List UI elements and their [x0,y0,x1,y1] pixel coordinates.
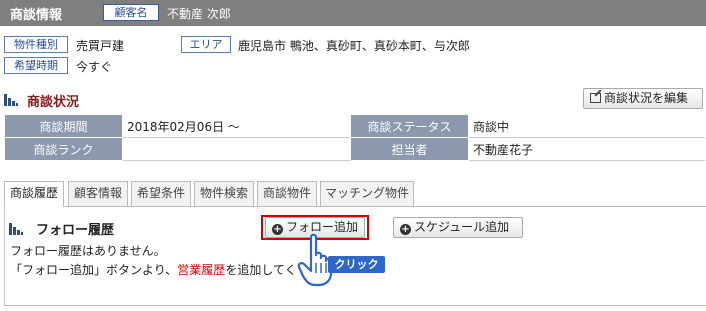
section-grid-icon [4,94,18,106]
area-value: 鹿児島市 鴨池、真砂町、真砂本町、与次郎 [238,39,470,53]
add-schedule-label: スケジュール追加 [414,220,510,234]
tab-customer-info[interactable]: 顧客情報 [68,181,128,206]
table-row: 商談ランク 担当者 不動産花子 [4,137,705,161]
tab-matching-properties[interactable]: マッチング物件 [320,181,414,206]
page-title: 商談情報 [10,8,63,23]
status-label: 商談ステータス [350,114,469,138]
follow-section-title: フォロー履歴 [36,223,115,238]
plus-icon: + [400,224,411,235]
edit-status-label: 商談状況を編集 [604,91,689,105]
property-type-tag: 物件種別 [4,36,68,53]
hint-suffix: を追加してく [225,263,297,277]
plus-icon: + [272,224,283,235]
panel-border [4,206,5,306]
rank-value [122,137,351,161]
table-row: 商談期間 2018年02月06日 ～ 商談ステータス 商談中 [4,114,705,138]
edit-status-button[interactable]: 商談状況を編集 [583,88,703,109]
period-label: 商談期間 [4,114,123,138]
timing-tag: 希望時期 [4,57,68,74]
timing-value: 今すぐ [76,60,113,74]
tab-deal-properties[interactable]: 商談物件 [257,181,317,206]
tab-property-search[interactable]: 物件検索 [194,181,254,206]
status-section-title: 商談状況 [27,95,80,110]
period-value: 2018年02月06日 ～ [122,114,351,138]
tab-divider-right [64,206,706,207]
hint-highlight: 営業履歴 [177,263,226,277]
hint-prefix: 「フォロー追加」ボタンより、 [10,263,178,277]
add-follow-label: フォロー追加 [286,220,359,234]
edit-icon [590,89,602,103]
assignee-label: 担当者 [350,137,469,161]
customer-name-tag: 顧客名 [103,4,159,21]
tab-sales-history[interactable]: 商談履歴 [4,181,64,207]
customer-name: 不動産 次郎 [167,7,231,21]
rank-label: 商談ランク [4,137,123,161]
tab-desired-conditions[interactable]: 希望条件 [131,181,191,206]
hint-text: 「フォロー追加」ボタンより、営業履歴を追加してく [10,261,297,278]
status-table: 商談期間 2018年02月06日 ～ 商談ステータス 商談中 商談ランク 担当者… [4,114,705,161]
property-type-value: 売買戸建 [76,39,125,53]
header-bar: 商談情報 顧客名 不動産 次郎 [0,0,706,26]
empty-message: フォロー履歴はありません。 [10,244,166,258]
area-tag: エリア [181,36,231,53]
add-schedule-button[interactable]: + スケジュール追加 [393,217,523,238]
assignee-value: 不動産花子 [468,137,705,161]
status-value: 商談中 [468,114,705,138]
follow-grid-icon [9,223,23,235]
click-annotation-badge: クリック [328,256,385,273]
panel-bottom-border [4,305,706,306]
